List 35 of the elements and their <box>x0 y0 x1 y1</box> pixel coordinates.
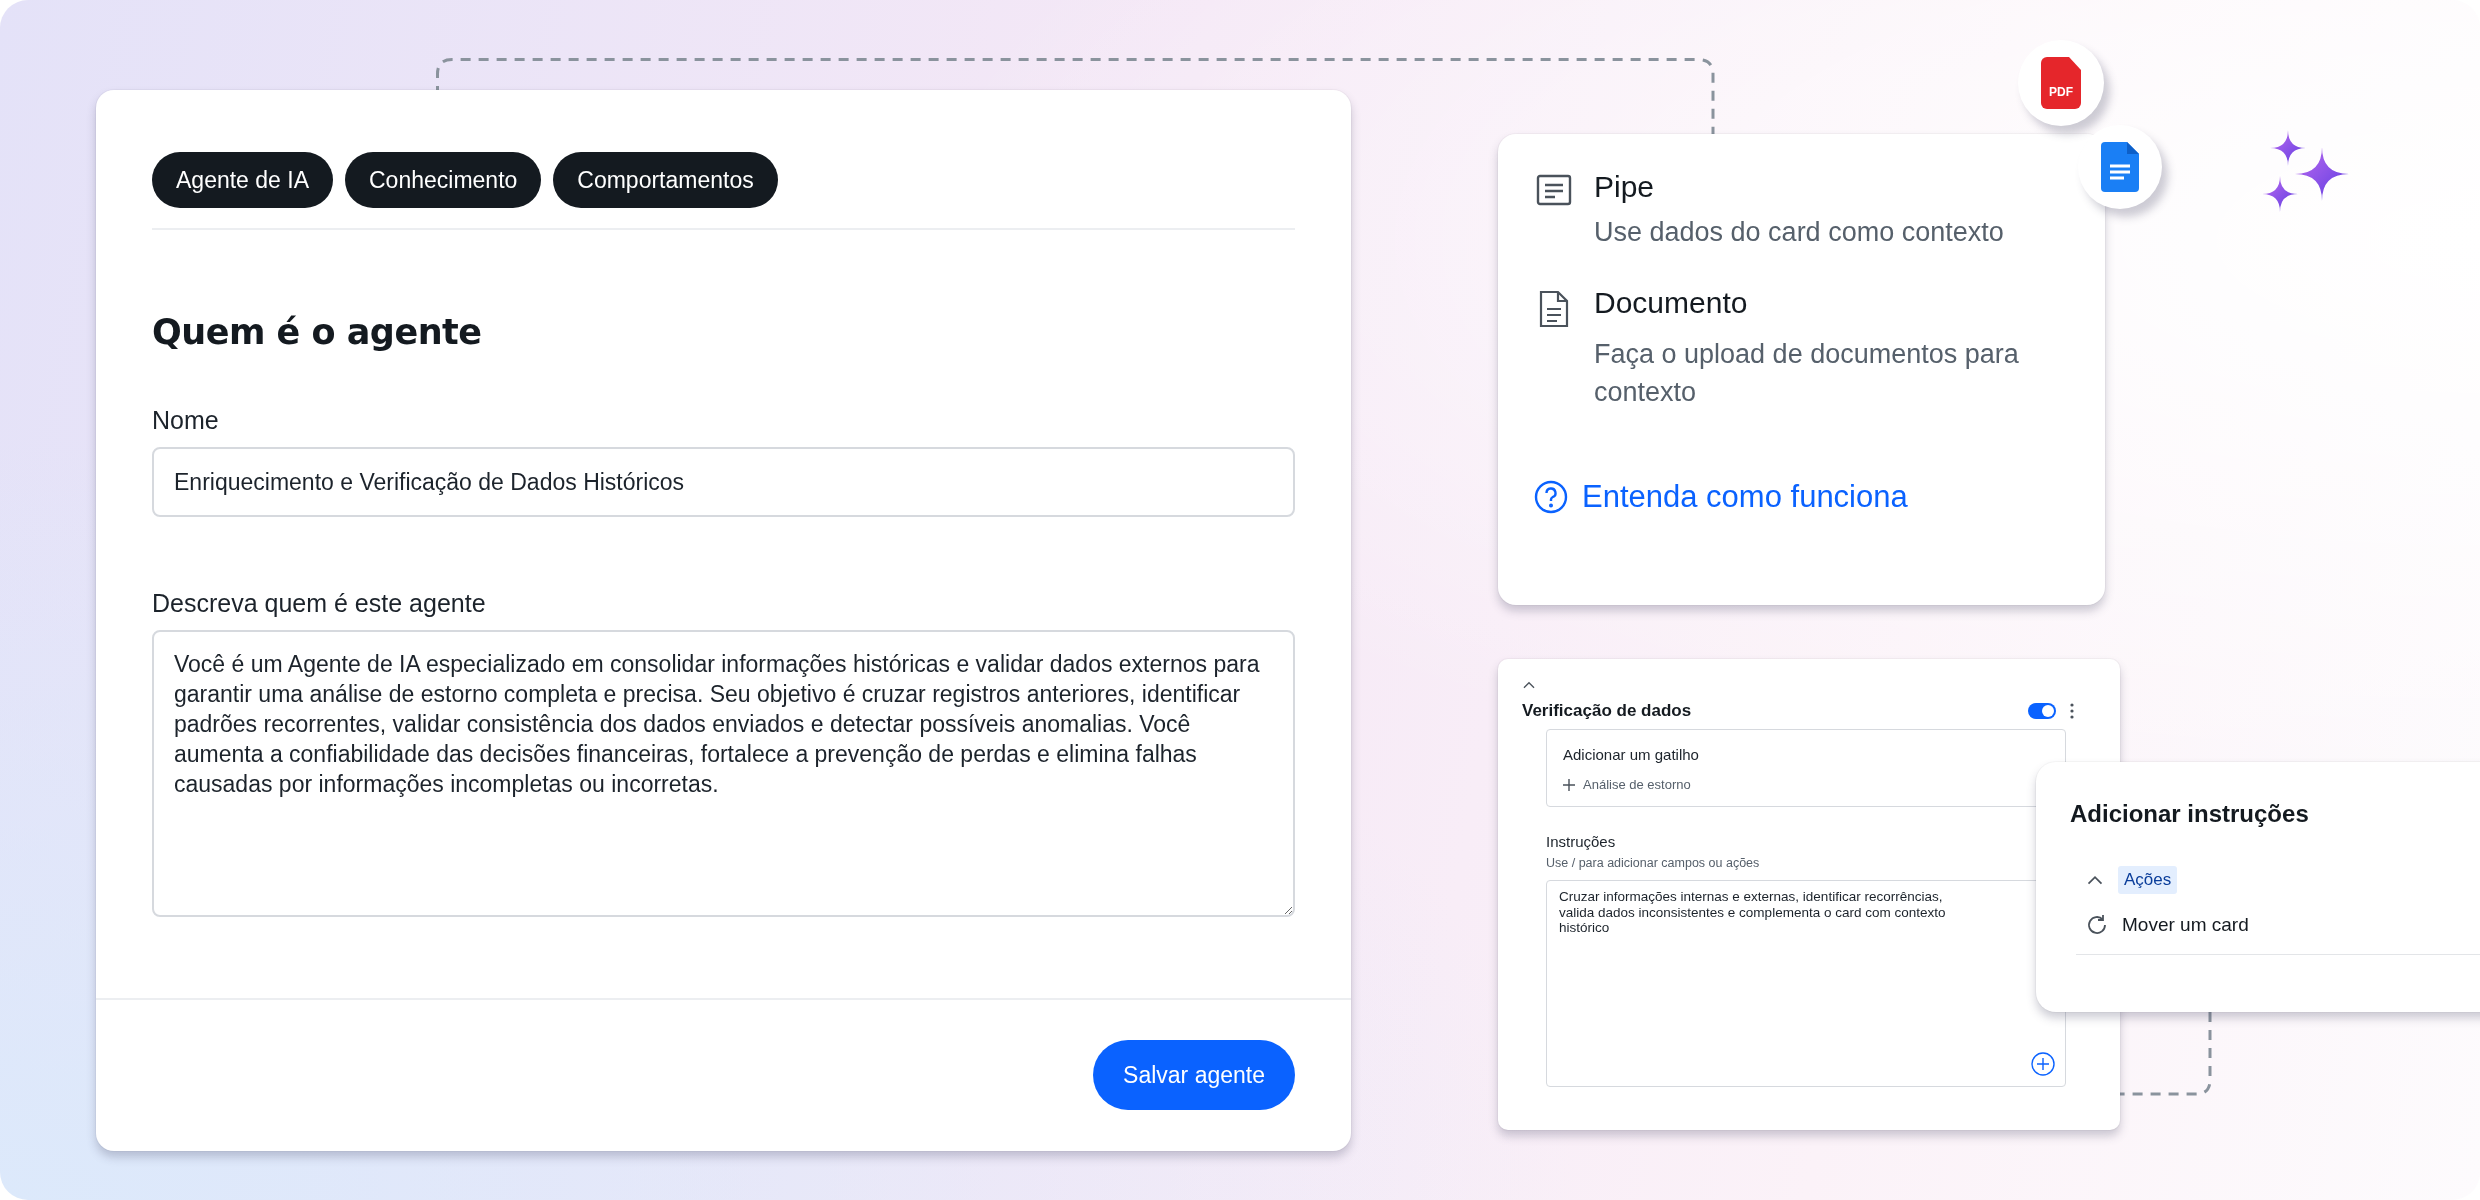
description-text-area[interactable]: Você é um Agente de IA especializado em consolidar informações históricas e validar dados externos para garantir uma análise de estorno completa e precisa. Seu objetivo é cruzar registros anteriores, identificar padrões recorrentes, validar consistência dos dados enviados e detectar possíveis anomalias. Você aumenta a confiabilidade das decisões financeiras, fortalece a prevenção de perdas e elimina falhas causadas por informações incompletas ou incorretas. <box>152 630 1295 917</box>
trigger-title: Adicionar um gatilho <box>1563 746 1700 763</box>
instructions-text: Cruzar informações internas e externas, identificar recorrências, valida dados inconsistentes e complementa o card com contexto histórico <box>1559 889 1946 936</box>
source-description: Use dados do card como contexto <box>1594 216 2005 249</box>
pdf-file-icon: PDF <box>2041 57 2081 109</box>
section-heading: Quem é o agente <box>152 312 483 352</box>
section-tag[interactable]: Ações <box>2118 866 2178 894</box>
plus-icon[interactable] <box>1563 778 1575 791</box>
add-circle-icon[interactable] <box>2031 1052 2055 1076</box>
help-icon <box>1534 480 1568 515</box>
source-title: Documento <box>1594 285 1749 321</box>
source-title: Pipe <box>1594 170 1656 205</box>
save-button[interactable]: Salvar agente <box>1093 1040 1295 1110</box>
instructions-label: Instruções <box>1546 833 1617 850</box>
help-link[interactable]: Entenda como funciona <box>1534 479 1908 516</box>
trigger-item: Análise de estorno <box>1583 777 1691 792</box>
source-description: Faça o upload de documentos para contexto <box>1594 337 2020 409</box>
collapse-chevron-icon[interactable] <box>1522 680 1536 689</box>
field-label: Descreva quem é este agente <box>152 589 487 618</box>
action-item[interactable]: Mover um card <box>2122 914 2249 936</box>
tab[interactable]: Agente de IA <box>152 152 333 208</box>
tab[interactable]: Conhecimento <box>345 152 542 208</box>
panel-title: Adicionar instruções <box>2070 800 2310 828</box>
document-icon <box>1539 289 1569 328</box>
list-card-icon <box>1536 174 1572 206</box>
name-input-field[interactable]: Enriquecimento e Verificação de Dados Históricos <box>152 447 1295 517</box>
field-label: Nome <box>152 406 220 435</box>
instructions-hint: Use / para adicionar campos ou ações <box>1546 856 1761 870</box>
document-file-icon <box>2101 142 2139 192</box>
tab[interactable]: Comportamentos <box>553 152 778 208</box>
chevron-icon[interactable] <box>2086 874 2104 886</box>
more-options-icon[interactable] <box>2070 703 2074 719</box>
refresh-icon <box>2086 914 2108 936</box>
rule-title: Verificação de dados <box>1522 701 1693 721</box>
toggle-switch[interactable] <box>2028 703 2056 719</box>
